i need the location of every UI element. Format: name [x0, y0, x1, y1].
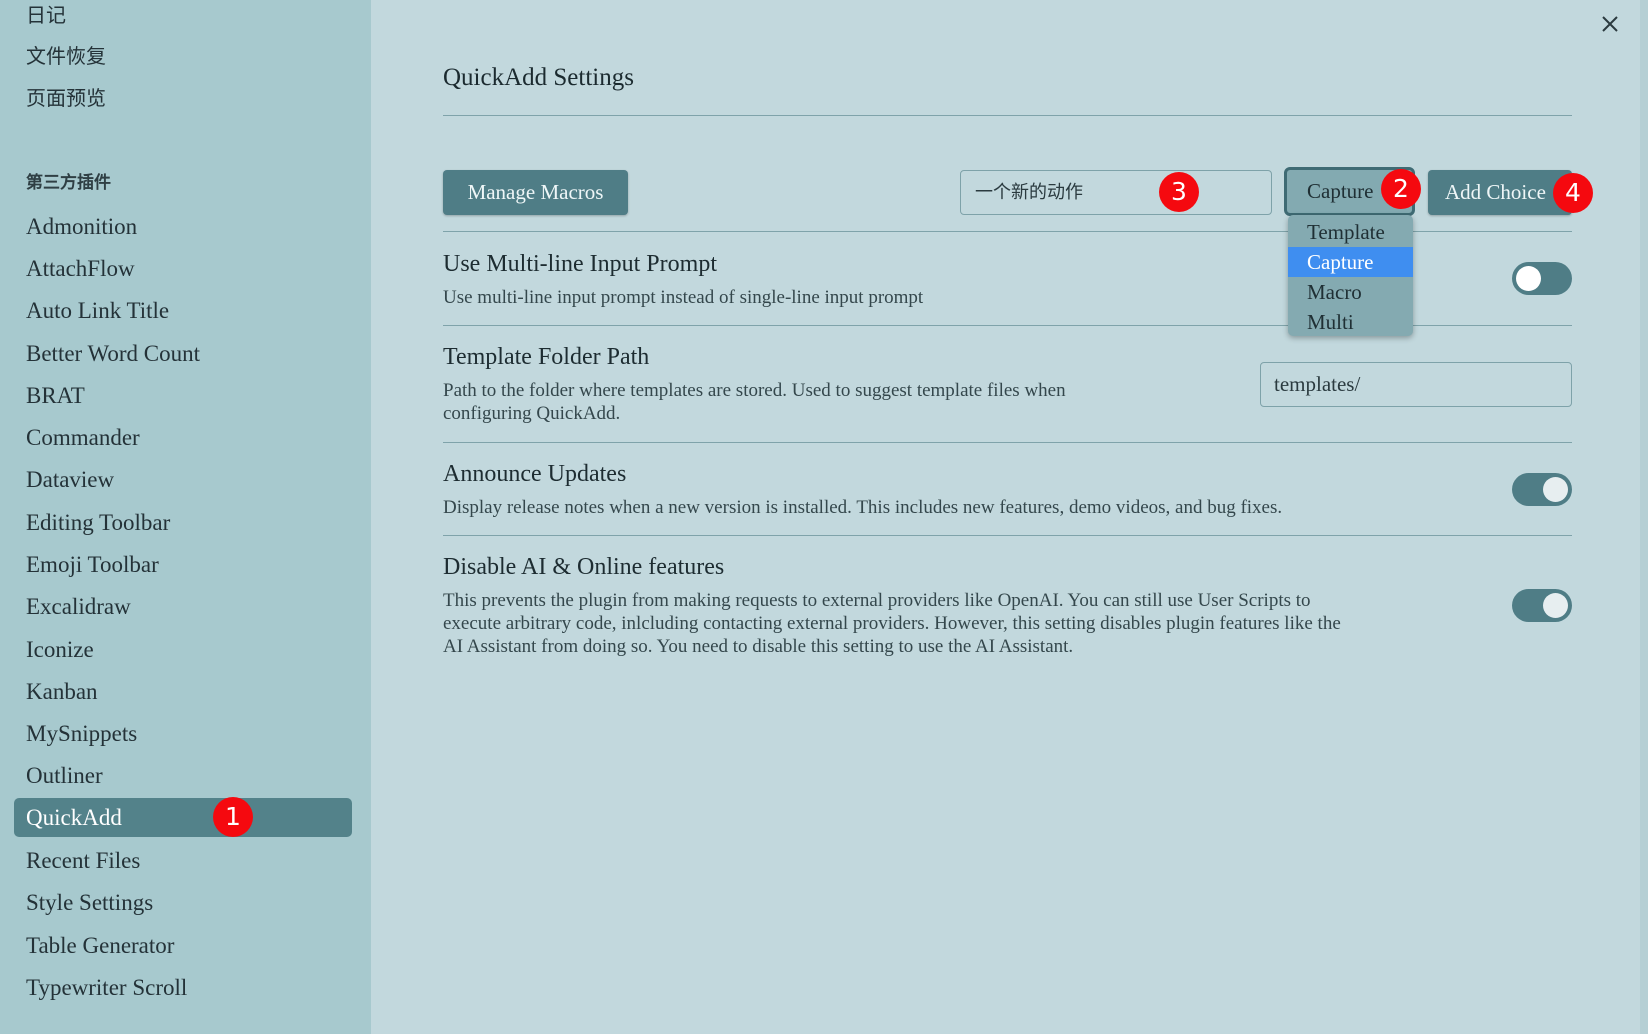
setting-divider: [443, 442, 1572, 443]
sidebar-item-attachflow[interactable]: AttachFlow: [14, 249, 352, 288]
close-icon: [1602, 16, 1618, 32]
sidebar-item-file-recovery[interactable]: 文件恢复: [14, 37, 352, 76]
sidebar-item-typewriter-scroll[interactable]: Typewriter Scroll: [14, 968, 352, 1007]
dropdown-option-capture[interactable]: Capture: [1288, 247, 1413, 277]
multiline-toggle[interactable]: [1512, 262, 1572, 295]
setting-disable-ai-desc-line3: AI Assistant from doing so. You need to …: [443, 636, 1074, 657]
sidebar-item-emoji-toolbar[interactable]: Emoji Toolbar: [14, 545, 352, 584]
sidebar-item-mysnippets[interactable]: MySnippets: [14, 714, 352, 753]
template-folder-input[interactable]: templates/: [1260, 362, 1572, 407]
annotation-badge-2: 2: [1381, 169, 1421, 209]
setting-disable-ai-desc-line2: execute arbitrary code, inlcluding conta…: [443, 613, 1341, 634]
dropdown-option-template[interactable]: Template: [1288, 217, 1413, 247]
sidebar-item-editing-toolbar[interactable]: Editing Toolbar: [14, 503, 352, 542]
toggle-knob: [1543, 477, 1568, 502]
setting-disable-ai-desc-line1: This prevents the plugin from making req…: [443, 590, 1311, 611]
setting-disable-ai-name: Disable AI & Online features: [443, 554, 725, 580]
setting-template-folder-desc-line1: Path to the folder where templates are s…: [443, 380, 1066, 401]
sidebar-item-page-preview[interactable]: 页面预览: [14, 79, 352, 118]
dropdown-option-macro[interactable]: Macro: [1288, 277, 1413, 307]
close-button[interactable]: [1594, 8, 1626, 40]
toggle-knob: [1516, 266, 1541, 291]
sidebar-item-quickadd[interactable]: QuickAdd: [14, 798, 352, 837]
disable-ai-toggle[interactable]: [1512, 589, 1572, 622]
settings-sidebar: 日记 文件恢复 页面预览 第三方插件 Admonition AttachFlow…: [0, 0, 371, 1034]
sidebar-item-outliner[interactable]: Outliner: [14, 756, 352, 795]
choice-name-input[interactable]: 一个新的动作: [960, 170, 1272, 215]
setting-template-folder-name: Template Folder Path: [443, 344, 650, 370]
annotation-badge-3: 3: [1159, 172, 1199, 212]
setting-divider: [443, 535, 1572, 536]
setting-multiline-desc: Use multi-line input prompt instead of s…: [443, 287, 924, 308]
setting-multiline-name: Use Multi-line Input Prompt: [443, 251, 717, 277]
sidebar-item-admonition[interactable]: Admonition: [14, 207, 352, 246]
sidebar-item-auto-link-title[interactable]: Auto Link Title: [14, 291, 352, 330]
sidebar-item-recent-files[interactable]: Recent Files: [14, 841, 352, 880]
setting-announce-updates-name: Announce Updates: [443, 461, 627, 487]
scrollbar-track[interactable]: [1640, 0, 1648, 1034]
sidebar-item-dataview[interactable]: Dataview: [14, 460, 352, 499]
sidebar-item-daily-notes[interactable]: 日记: [14, 0, 352, 35]
toggle-knob: [1543, 593, 1568, 618]
sidebar-item-commander[interactable]: Commander: [14, 418, 352, 457]
sidebar-item-brat[interactable]: BRAT: [14, 376, 352, 415]
choice-name-value: 一个新的动作: [975, 182, 1083, 203]
page-title: QuickAdd Settings: [443, 64, 634, 91]
template-folder-value: templates/: [1274, 372, 1361, 396]
choice-type-dropdown: Template Capture Macro Multi: [1288, 215, 1413, 336]
sidebar-item-style-settings[interactable]: Style Settings: [14, 883, 352, 922]
announce-updates-toggle[interactable]: [1512, 473, 1572, 506]
sidebar-section-heading: 第三方插件: [26, 173, 111, 193]
manage-macros-button[interactable]: Manage Macros: [443, 170, 628, 215]
setting-announce-updates-desc: Display release notes when a new version…: [443, 497, 1283, 518]
setting-template-folder-desc-line2: configuring QuickAdd.: [443, 403, 621, 424]
sidebar-item-kanban[interactable]: Kanban: [14, 672, 352, 711]
annotation-badge-1: 1: [213, 797, 253, 837]
annotation-badge-4: 4: [1553, 173, 1593, 213]
add-choice-button[interactable]: Add Choice: [1428, 170, 1572, 215]
sidebar-item-iconize[interactable]: Iconize: [14, 630, 352, 669]
dropdown-option-multi[interactable]: Multi: [1288, 307, 1413, 337]
sidebar-item-table-generator[interactable]: Table Generator: [14, 926, 352, 965]
sidebar-item-excalidraw[interactable]: Excalidraw: [14, 587, 352, 626]
title-divider: [443, 115, 1572, 116]
sidebar-item-better-word-count[interactable]: Better Word Count: [14, 334, 352, 373]
